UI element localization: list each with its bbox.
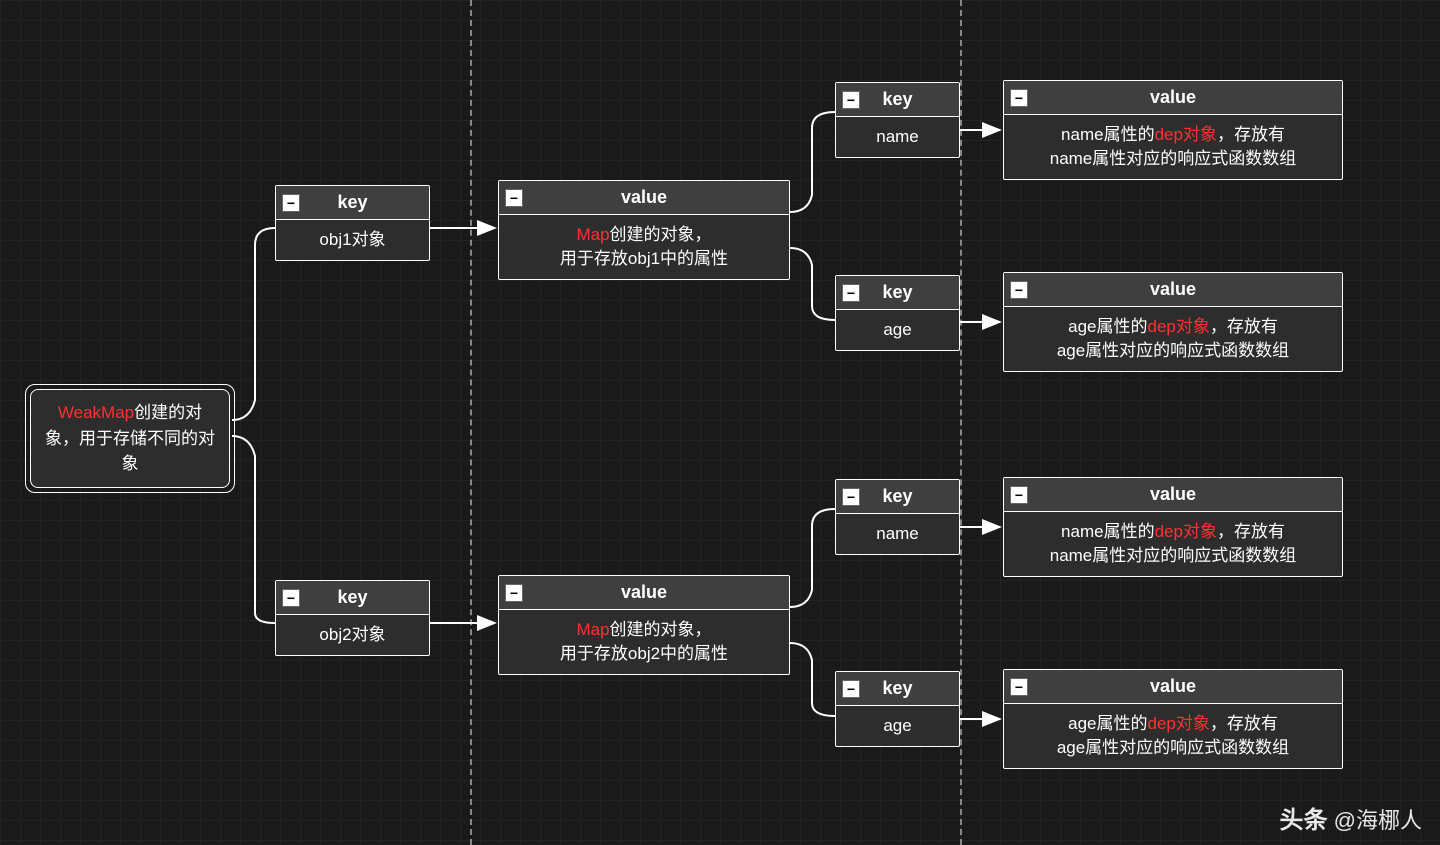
divider-1 [470,0,472,845]
node-value-dep3[interactable]: −value name属性的dep对象，存放有name属性对应的响应式函数数组 [1003,477,1343,577]
node-header: −value [1004,273,1342,307]
collapse-icon[interactable]: − [1010,486,1028,504]
root-node[interactable]: WeakMap创建的对象，用于存储不同的对象 [25,384,235,493]
collapse-icon[interactable]: − [282,194,300,212]
divider-2 [960,0,962,845]
node-key-obj1[interactable]: −key obj1对象 [275,185,430,261]
node-value-map1[interactable]: −value Map创建的对象，用于存放obj1中的属性 [498,180,790,280]
node-body: age属性的dep对象，存放有age属性对应的响应式函数数组 [1004,307,1342,371]
root-body: WeakMap创建的对象，用于存储不同的对象 [30,389,230,488]
node-key-age2[interactable]: −key age [835,671,960,747]
collapse-icon[interactable]: − [282,589,300,607]
node-header: −key [276,581,429,615]
node-header: −value [1004,478,1342,512]
collapse-icon[interactable]: − [842,91,860,109]
node-value-dep1[interactable]: −value name属性的dep对象，存放有name属性对应的响应式函数数组 [1003,80,1343,180]
node-body: age属性的dep对象，存放有age属性对应的响应式函数数组 [1004,704,1342,768]
collapse-icon[interactable]: − [505,584,523,602]
node-body: obj1对象 [276,220,429,260]
node-value-dep4[interactable]: −value age属性的dep对象，存放有age属性对应的响应式函数数组 [1003,669,1343,769]
node-key-name2[interactable]: −key name [835,479,960,555]
node-body: name属性的dep对象，存放有name属性对应的响应式函数数组 [1004,512,1342,576]
collapse-icon[interactable]: − [1010,678,1028,696]
node-body: name属性的dep对象，存放有name属性对应的响应式函数数组 [1004,115,1342,179]
node-body: age [836,706,959,746]
node-header: −key [836,480,959,514]
node-header: −key [836,83,959,117]
node-body: Map创建的对象，用于存放obj1中的属性 [499,215,789,279]
node-header: −value [499,576,789,610]
node-value-dep2[interactable]: −value age属性的dep对象，存放有age属性对应的响应式函数数组 [1003,272,1343,372]
node-value-map2[interactable]: −value Map创建的对象，用于存放obj2中的属性 [498,575,790,675]
collapse-icon[interactable]: − [505,189,523,207]
node-header: −key [276,186,429,220]
watermark: 头条 @海梛人 [1280,800,1422,835]
node-key-age1[interactable]: −key age [835,275,960,351]
node-body: age [836,310,959,350]
node-body: Map创建的对象，用于存放obj2中的属性 [499,610,789,674]
collapse-icon[interactable]: − [1010,89,1028,107]
collapse-icon[interactable]: − [842,488,860,506]
collapse-icon[interactable]: − [1010,281,1028,299]
node-header: −value [1004,670,1342,704]
node-body: name [836,117,959,157]
collapse-icon[interactable]: − [842,284,860,302]
node-key-name1[interactable]: −key name [835,82,960,158]
node-header: −key [836,276,959,310]
node-header: −value [499,181,789,215]
node-body: name [836,514,959,554]
collapse-icon[interactable]: − [842,680,860,698]
node-header: −key [836,672,959,706]
node-body: obj2对象 [276,615,429,655]
node-header: −value [1004,81,1342,115]
node-key-obj2[interactable]: −key obj2对象 [275,580,430,656]
